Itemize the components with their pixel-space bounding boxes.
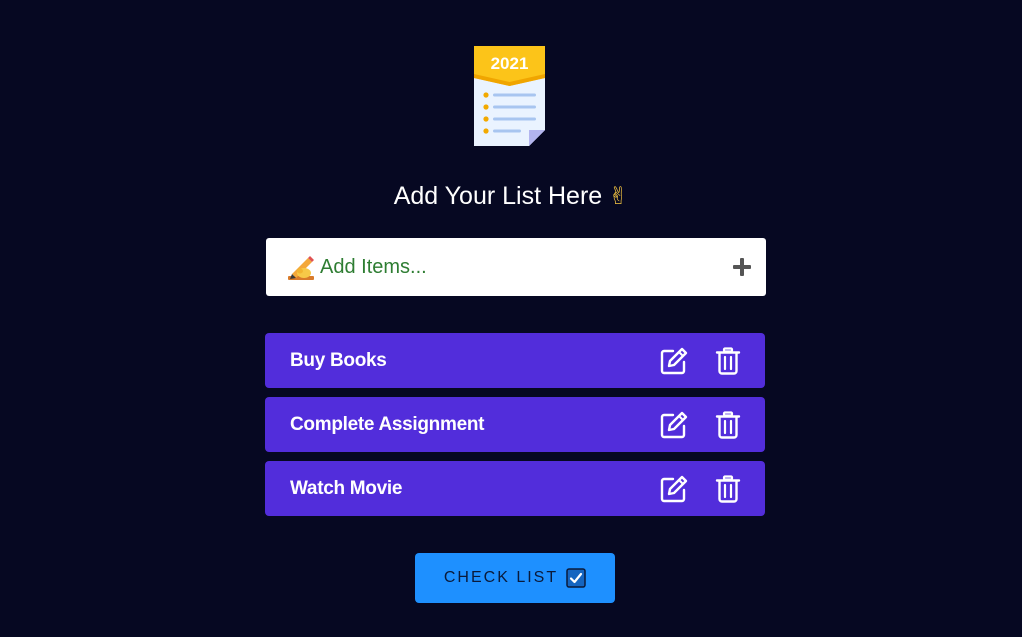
list-item-label: Buy Books [290,350,387,371]
list-item: Buy Books [265,333,765,388]
list-item-label: Watch Movie [290,478,403,499]
victory-hand-icon: ✌ [608,182,629,210]
check-list-button[interactable]: CHECK LIST [415,553,615,603]
list-item-label: Complete Assignment [290,414,485,435]
trash-icon[interactable] [715,347,741,375]
edit-icon[interactable] [659,410,689,440]
page-title-text: Add Your List Here [393,182,603,210]
notepad-logo-icon: 2021 [474,46,545,146]
writing-hand-icon [288,256,314,280]
trash-icon[interactable] [715,411,741,439]
checkbox-icon [566,568,586,588]
add-item-input[interactable] [320,248,720,286]
list-item: Watch Movie [265,461,765,516]
edit-icon[interactable] [659,346,689,376]
todo-list: Buy Books Complete Assignment Watch Movi… [265,333,765,525]
logo-year: 2021 [491,54,529,73]
plus-icon[interactable] [730,255,754,279]
list-item: Complete Assignment [265,397,765,452]
page-title: Add Your List Here ✌ [0,178,1022,214]
add-item-field [266,238,766,296]
edit-icon[interactable] [659,474,689,504]
check-list-label: CHECK LIST [443,569,559,586]
trash-icon[interactable] [715,475,741,503]
